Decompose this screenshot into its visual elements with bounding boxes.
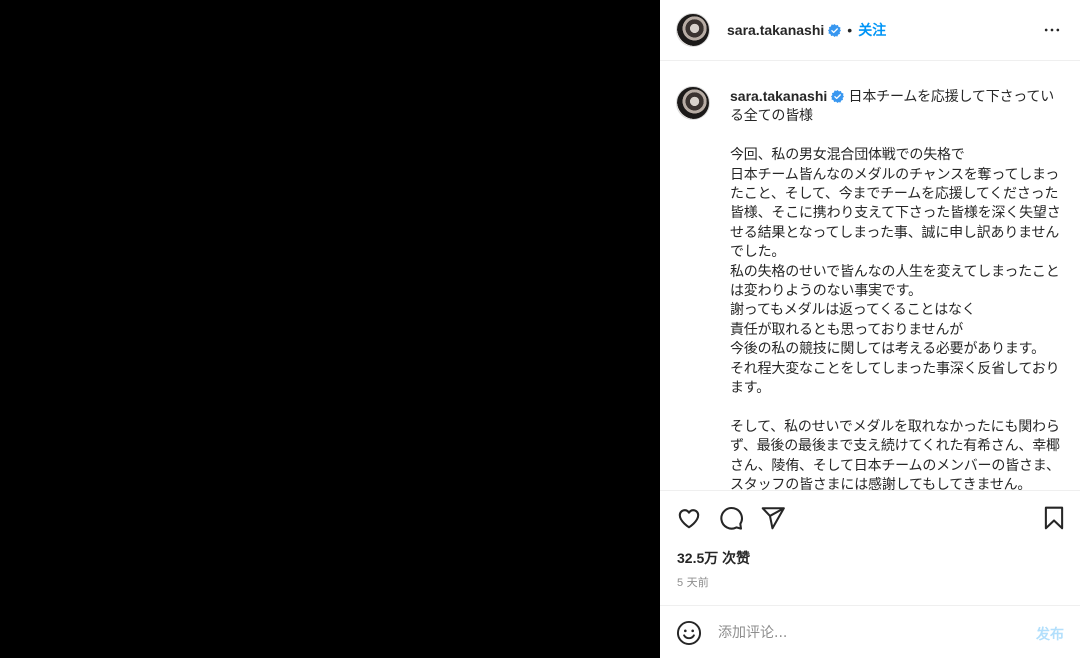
caption-avatar[interactable] <box>676 86 710 120</box>
caption-area[interactable]: sara.takanashi 日本チームを応援して下さっている全ての皆様 今回、… <box>660 62 1080 491</box>
avatar[interactable] <box>676 13 710 47</box>
action-bar <box>660 499 1080 539</box>
emoji-icon[interactable] <box>676 620 702 646</box>
comment-bar: 发布 <box>660 605 1080 658</box>
post-timestamp[interactable]: 5 天前 <box>677 574 709 590</box>
share-icon[interactable] <box>760 505 786 531</box>
caption-text: sara.takanashi 日本チームを応援して下さっている全ての皆様 今回、… <box>730 87 1066 491</box>
like-count[interactable]: 32.5万 次赞 <box>677 548 750 568</box>
post-comment-button[interactable]: 发布 <box>1036 624 1064 644</box>
verified-badge-icon <box>828 23 842 37</box>
post-side-panel: sara.takanashi • 关注 sara.takanashi 日本チーム… <box>660 0 1080 658</box>
like-heart-icon[interactable] <box>676 505 702 531</box>
more-icon[interactable] <box>1042 20 1062 40</box>
post-header: sara.takanashi • 关注 <box>660 0 1080 61</box>
verified-badge-icon <box>831 90 845 103</box>
separator-dot: • <box>847 22 853 38</box>
comment-input[interactable] <box>718 622 1018 644</box>
caption-body: 日本チームを応援して下さっている全ての皆様 今回、私の男女混合団体戦での失格で … <box>730 89 1061 491</box>
header-username[interactable]: sara.takanashi <box>727 22 824 38</box>
follow-button[interactable]: 关注 <box>858 20 886 40</box>
post-media[interactable] <box>0 0 660 658</box>
comment-icon[interactable] <box>718 505 744 531</box>
save-bookmark-icon[interactable] <box>1041 505 1067 531</box>
caption-username[interactable]: sara.takanashi <box>730 88 827 104</box>
